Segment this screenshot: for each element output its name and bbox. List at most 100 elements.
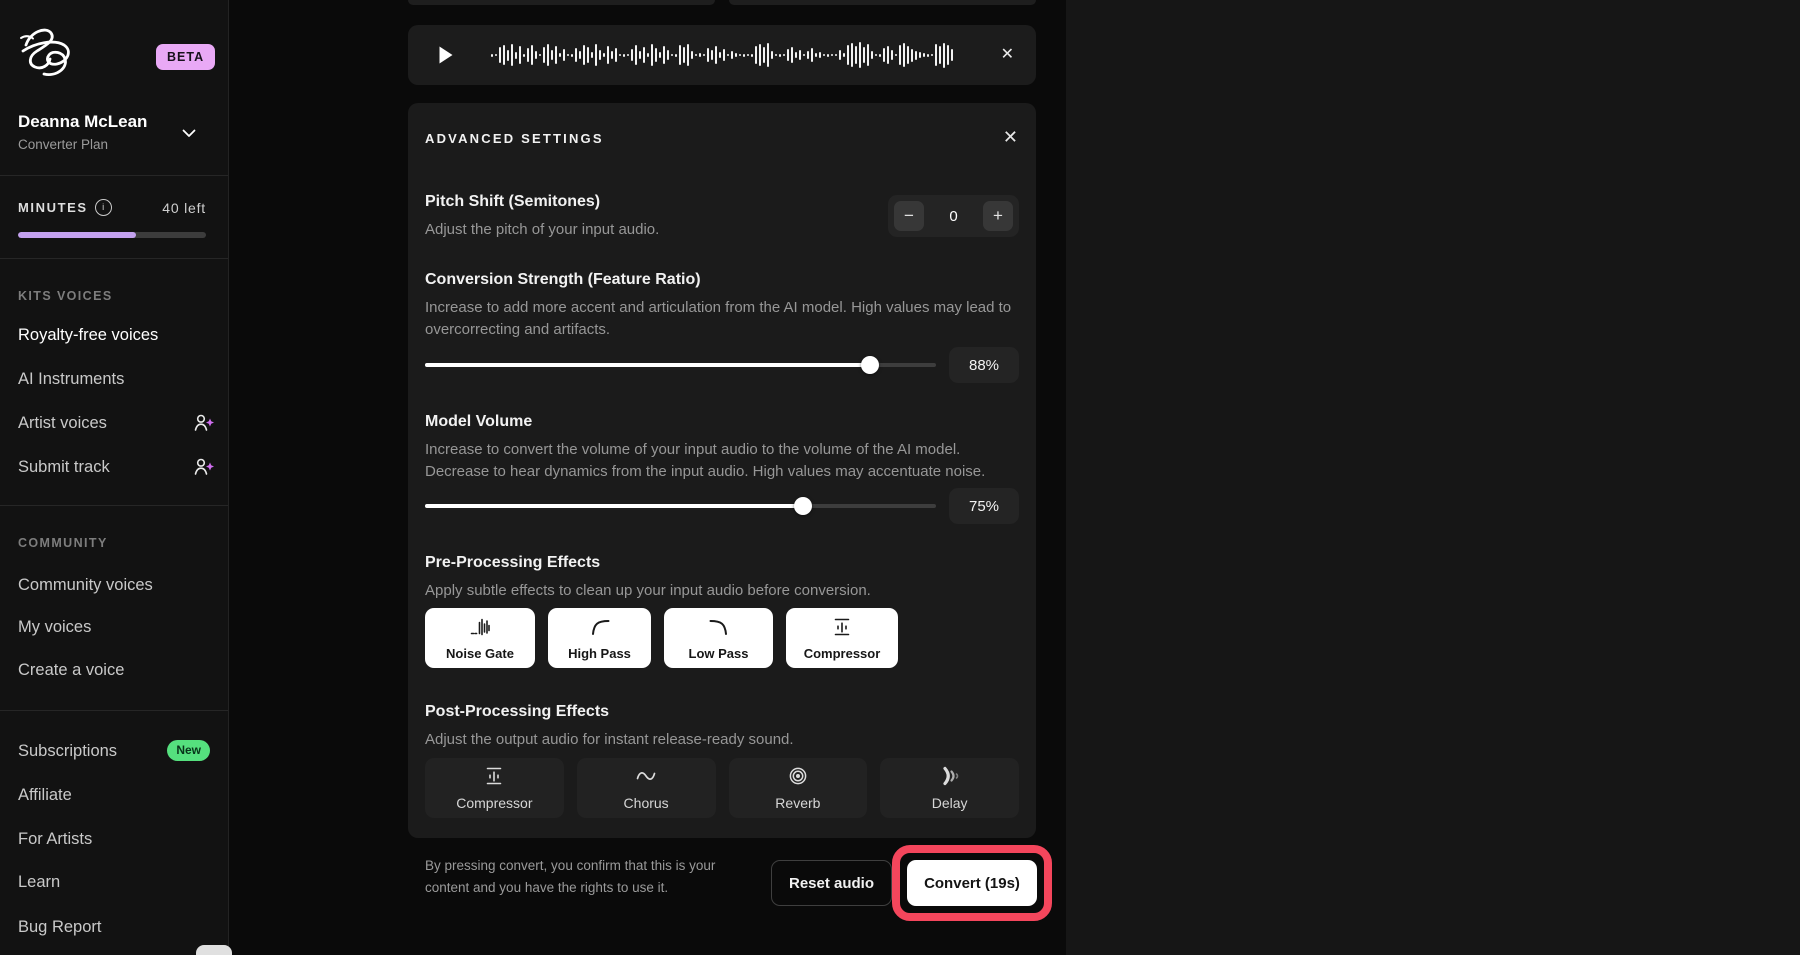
low-pass-button[interactable]: Low Pass [664,608,773,668]
waveform-bar [703,54,705,56]
minutes-label: MINUTES i [18,199,112,216]
play-button[interactable] [434,44,456,66]
divider [0,505,228,506]
waveform-bar [815,53,817,57]
waveform-bar [571,54,573,57]
section-header-community: COMMUNITY [18,536,108,550]
app-logo[interactable] [18,24,80,89]
waveform-bar [691,51,693,59]
model-volume-desc: Increase to convert the volume of your i… [425,439,1025,482]
waveform-bar [531,45,533,65]
noise-gate-button[interactable]: Noise Gate [425,608,535,668]
waveform-bar [895,54,897,56]
info-icon[interactable]: i [95,199,112,216]
advanced-settings-panel: ADVANCED SETTINGS ✕ Pitch Shift (Semiton… [408,103,1036,838]
convert-button[interactable]: Convert (19s) [907,860,1037,906]
sidebar-item-subscriptions[interactable]: Subscriptions [18,742,117,761]
waveform-bar [711,50,713,60]
sidebar-item-learn[interactable]: Learn [18,873,60,892]
waveform-bar [587,47,589,63]
waveform-bar [527,48,529,62]
sidebar-item-ai-instruments[interactable]: AI Instruments [18,370,124,389]
high-pass-button[interactable]: High Pass [548,608,651,668]
chorus-icon [634,765,658,792]
waveform-bar [839,50,841,60]
waveform-bar [503,45,505,65]
conversion-strength-slider[interactable] [425,363,936,367]
waveform-bar [735,53,737,57]
waveform-bar [551,50,553,60]
waveform-bar [671,54,673,56]
minus-button[interactable]: − [894,201,924,231]
section-header-kits-voices: KITS VOICES [18,289,113,303]
sidebar-item-artist-voices[interactable]: Artist voices [18,414,107,433]
account-menu-toggle[interactable] [182,125,196,143]
waveform-bar [903,43,905,67]
waveform-bar [543,47,545,63]
sidebar-item-bug-report[interactable]: Bug Report [18,918,101,937]
waveform-bar [783,54,785,56]
strength-slider-thumb[interactable] [861,356,879,374]
conversion-strength-desc: Increase to add more accent and articula… [425,297,1025,340]
close-icon[interactable]: ✕ [1003,128,1018,146]
disclaimer-line: content and you have the rights to use i… [425,877,715,899]
disclaimer-line: By pressing convert, you confirm that th… [425,855,715,877]
waveform-bar [915,51,917,60]
plus-icon: + [993,206,1003,226]
waveform[interactable] [480,25,964,85]
sidebar-item-for-artists[interactable]: For Artists [18,830,92,849]
sidebar-item-submit-track[interactable]: Submit track [18,458,110,477]
waveform-bar [779,54,781,57]
waveform-bar [755,46,757,64]
waveform-bar [819,52,821,58]
waveform-bar [763,47,765,63]
convert-label: Convert (19s) [924,875,1020,892]
model-volume-slider[interactable] [425,504,936,508]
pitch-shift-value: 0 [949,208,957,225]
plus-button[interactable]: + [983,201,1013,231]
pitch-shift-title: Pitch Shift (Semitones) [425,193,600,211]
new-badge: New [167,740,210,761]
sidebar-item-community-voices[interactable]: Community voices [18,576,153,595]
waveform-bar [575,48,577,62]
post-processing-title: Post-Processing Effects [425,703,609,721]
compressor-button[interactable]: Compressor [425,758,564,818]
sidebar-item-royalty-free-voices[interactable]: Royalty-free voices [18,326,158,345]
minus-icon: − [904,206,914,226]
close-icon[interactable]: ✕ [1001,47,1014,63]
audio-player-panel: ✕ [408,25,1036,85]
reset-audio-button[interactable]: Reset audio [771,860,892,906]
sidebar-item-affiliate[interactable]: Affiliate [18,786,72,805]
sidebar-item-create-a-voice[interactable]: Create a voice [18,661,124,680]
conversion-strength-title: Conversion Strength (Feature Ratio) [425,271,701,289]
effect-label: Reverb [775,795,820,811]
waveform-bar [547,44,549,66]
waveform-bar [871,51,873,59]
waveform-bar [707,48,709,62]
chat-launcher-cutoff[interactable] [196,945,232,955]
waveform-bar [811,48,813,62]
reverb-button[interactable]: Reverb [729,758,868,818]
waveform-bar [731,51,733,59]
sidebar-item-my-voices[interactable]: My voices [18,618,91,637]
waveform-bar [767,43,769,67]
volume-slider-thumb[interactable] [794,497,812,515]
delay-button[interactable]: Delay [880,758,1019,818]
post-processing-desc: Adjust the output audio for instant rele… [425,729,1025,751]
waveform-bar [875,54,877,56]
chorus-button[interactable]: Chorus [577,758,716,818]
waveform-bar [507,50,509,61]
compressor-button[interactable]: Compressor [786,608,898,668]
waveform-bar [567,54,569,56]
waveform-bar [727,54,729,56]
waveform-bar [795,52,797,58]
waveform-bar [603,53,605,57]
effect-label: High Pass [568,646,631,661]
waveform-bar [651,44,653,66]
waveform-bar [695,54,697,56]
waveform-bar [559,53,561,57]
reverb-icon [787,765,809,792]
waveform-bar [663,46,665,64]
sidebar: BETA Deanna McLean Converter Plan MINUTE… [0,0,229,955]
waveform-bar [611,51,613,59]
